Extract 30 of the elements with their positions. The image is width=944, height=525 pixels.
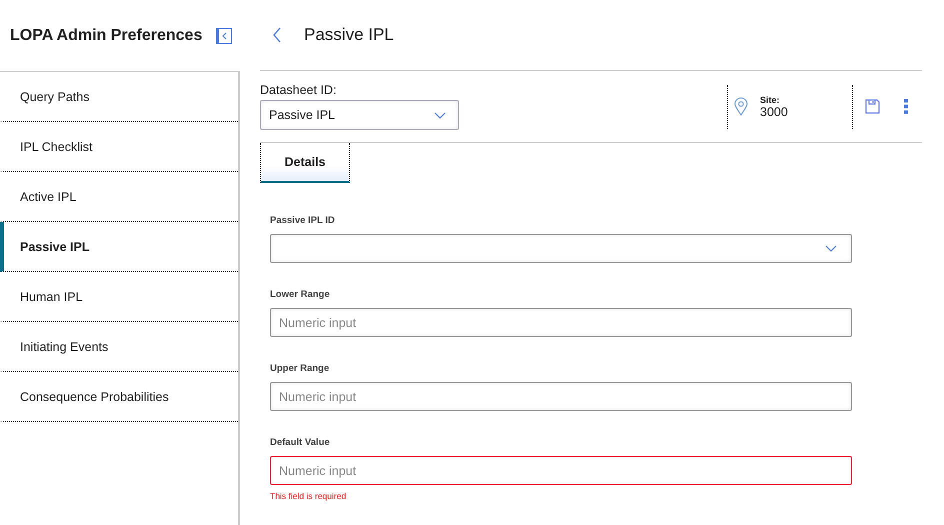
page-title: Passive IPL [304,25,394,45]
collapse-sidebar-icon[interactable] [216,28,232,44]
sidebar-item[interactable]: Initiating Events [0,322,238,372]
more-menu-icon[interactable] [904,99,908,114]
sidebar-title: LOPA Admin Preferences [10,26,202,44]
field-label: Lower Range [270,289,331,300]
dropdown-field[interactable] [270,234,852,263]
site-value: 3000 [760,104,788,118]
details-tab[interactable]: Details [260,143,350,183]
sidebar-item[interactable]: Query Paths [0,72,238,122]
chevron-down-icon [825,245,837,252]
back-button[interactable] [272,27,282,43]
location-pin-icon [734,97,748,116]
field-label: Default Value [270,437,331,448]
input-field[interactable]: Numeric input [270,456,852,485]
field-label: Passive IPL ID [270,215,336,226]
site-label: Site: [760,94,781,104]
input-field[interactable]: Numeric input [270,308,852,337]
field-label: Upper Range [270,363,330,374]
error-message: This field is required [270,491,348,501]
sidebar-item[interactable]: Human IPL [0,272,238,322]
save-icon[interactable] [865,99,880,114]
chevron-down-icon [434,112,446,118]
sidebar-item[interactable]: Passive IPL [0,222,238,272]
sidebar-item[interactable]: Active IPL [0,172,238,222]
datasheet-label: Datasheet ID: [260,83,338,97]
sidebar-item[interactable]: IPL Checklist [0,122,238,172]
datasheet-select[interactable]: Passive IPL [260,100,459,130]
input-field[interactable]: Numeric input [270,382,852,411]
sidebar-item[interactable]: Consequence Probabilities [0,372,238,422]
